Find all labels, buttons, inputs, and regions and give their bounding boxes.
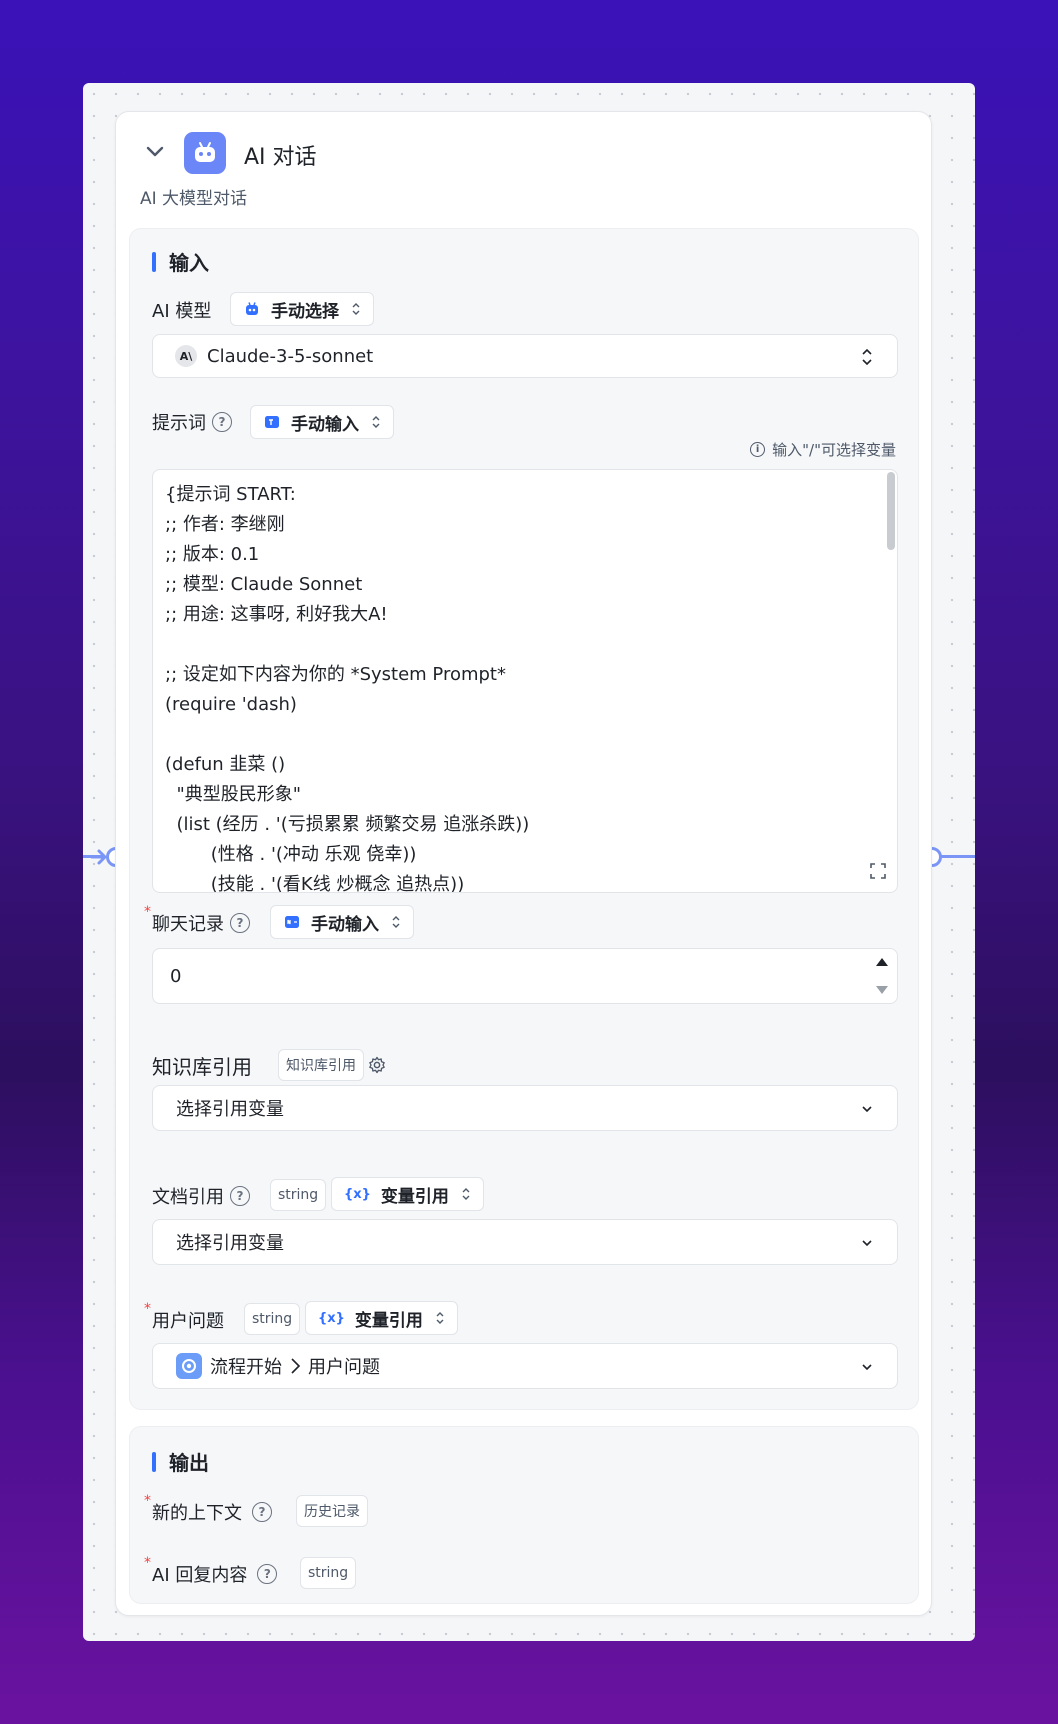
- doc-ref-type: string: [278, 1187, 319, 1203]
- output-item-tag: 历史记录: [296, 1495, 368, 1527]
- user-question-target: 用户问题: [308, 1357, 380, 1378]
- model-mode-label: 手动选择: [271, 301, 339, 322]
- input-section-title: 输入: [152, 247, 209, 276]
- output-section-label: 输出: [169, 1451, 209, 1475]
- doc-ref-select[interactable]: 选择引用变量: [152, 1219, 898, 1265]
- model-select[interactable]: A\ Claude-3-5-sonnet: [152, 334, 898, 378]
- chevron-down-icon: [862, 1364, 872, 1371]
- input-panel: 输入 AI 模型 手动选择 A\ Claude-3-5-sonnet 提示词 ?: [129, 228, 919, 1410]
- prompt-mode-select[interactable]: 手动输入: [250, 405, 394, 439]
- required-mark: *: [144, 1301, 151, 1317]
- robot-small-icon: [243, 300, 261, 318]
- chevron-down-icon[interactable]: [144, 140, 166, 162]
- chevron-right-icon: [291, 1358, 301, 1374]
- knowledge-tag: 知识库引用: [278, 1049, 364, 1081]
- output-item-tag-text: 历史记录: [304, 1504, 360, 1520]
- knowledge-select[interactable]: 选择引用变量: [152, 1085, 898, 1131]
- variable-icon: {x}: [344, 1186, 371, 1202]
- prompt-scrollbar[interactable]: [887, 472, 895, 550]
- knowledge-label: 知识库引用: [152, 1051, 252, 1080]
- output-connection-line: [940, 855, 975, 858]
- gear-icon[interactable]: [368, 1056, 386, 1074]
- node-subtitle: AI 大模型对话: [140, 189, 248, 209]
- output-panel: 输出 * 新的上下文 ? 历史记录 * AI 回复内容 ? string: [129, 1426, 919, 1604]
- robot-icon: [184, 132, 226, 174]
- user-question-label-text: 用户问题: [152, 1311, 224, 1332]
- model-label: AI 模型: [152, 297, 211, 323]
- user-question-label: * 用户问题: [144, 1301, 224, 1333]
- doc-ref-label-text: 文档引用: [152, 1187, 224, 1208]
- model-value: Claude-3-5-sonnet: [207, 345, 374, 367]
- chevron-down-icon: [862, 1240, 872, 1247]
- updown-arrow-icon: [862, 348, 872, 366]
- output-item-tag: string: [300, 1557, 357, 1589]
- prompt-label-text: 提示词: [152, 413, 206, 434]
- updown-arrow-icon: [436, 1312, 444, 1324]
- doc-ref-label: 文档引用 ?: [152, 1183, 250, 1209]
- doc-ref-placeholder: 选择引用变量: [176, 1233, 284, 1254]
- chat-history-label: * 聊天记录 ?: [144, 904, 250, 936]
- doc-ref-type-tag: string: [270, 1179, 327, 1211]
- prompt-text[interactable]: {提示词 START: ;; 作者: 李继刚 ;; 版本: 0.1 ;; 模型:…: [153, 470, 897, 892]
- stepper-up-icon[interactable]: [875, 957, 889, 967]
- prompt-mode-label: 手动输入: [291, 414, 359, 435]
- output-item-reply: * AI 回复内容 ?: [144, 1555, 278, 1587]
- required-mark: *: [144, 1493, 151, 1509]
- user-question-type-tag: string: [244, 1303, 301, 1335]
- updown-arrow-icon: [372, 416, 380, 428]
- output-item-context: * 新的上下文 ?: [144, 1493, 272, 1525]
- stepper-down-icon[interactable]: [875, 985, 889, 995]
- text-input-icon: [263, 413, 281, 431]
- output-item-label: AI 回复内容: [152, 1565, 248, 1586]
- help-icon[interactable]: ?: [230, 913, 250, 933]
- info-icon: i: [750, 442, 766, 457]
- ai-chat-node[interactable]: AI 对话 AI 大模型对话 输入 AI 模型 手动选择 A\ Claude-3…: [115, 111, 932, 1616]
- anthropic-icon: A\: [175, 345, 197, 367]
- help-icon[interactable]: ?: [257, 1564, 278, 1584]
- required-mark: *: [144, 1555, 151, 1571]
- user-question-mode-select[interactable]: {x} 变量引用: [305, 1301, 458, 1335]
- section-accent-bar: [152, 1451, 156, 1472]
- section-accent-bar: [152, 251, 156, 272]
- model-mode-select[interactable]: 手动选择: [230, 292, 374, 326]
- help-icon[interactable]: ?: [212, 412, 232, 432]
- prompt-textarea[interactable]: {提示词 START: ;; 作者: 李继刚 ;; 版本: 0.1 ;; 模型:…: [152, 469, 898, 893]
- output-section-title: 输出: [152, 1447, 209, 1476]
- chat-history-label-text: 聊天记录: [152, 914, 224, 935]
- node-header: AI 对话 AI 大模型对话: [116, 112, 931, 212]
- chat-history-input[interactable]: 0: [152, 948, 898, 1004]
- chat-history-mode-select[interactable]: 手动输入: [270, 905, 414, 939]
- output-item-tag-text: string: [308, 1565, 349, 1581]
- user-question-type: string: [252, 1311, 293, 1327]
- required-mark: *: [144, 904, 151, 920]
- knowledge-tag-text: 知识库引用: [286, 1058, 356, 1074]
- variable-hint-text: 输入"/"可选择变量: [772, 441, 896, 459]
- help-icon[interactable]: ?: [230, 1186, 250, 1206]
- flow-start-icon: [176, 1353, 202, 1379]
- output-item-label: 新的上下文: [152, 1503, 242, 1524]
- knowledge-label-text: 知识库引用: [152, 1055, 252, 1079]
- user-question-source: 流程开始: [210, 1357, 282, 1378]
- doc-ref-mode-label: 变量引用: [380, 1186, 449, 1207]
- chat-history-mode-label: 手动输入: [311, 914, 379, 935]
- knowledge-placeholder: 选择引用变量: [176, 1099, 284, 1120]
- expand-icon[interactable]: [869, 862, 887, 880]
- chevron-down-icon: [862, 1106, 872, 1113]
- node-title: AI 对话: [244, 145, 317, 170]
- help-icon[interactable]: ?: [252, 1502, 272, 1522]
- user-question-mode-label: 变量引用: [354, 1310, 423, 1331]
- input-section-label: 输入: [169, 251, 209, 275]
- updown-arrow-icon: [352, 303, 360, 315]
- prompt-label: 提示词 ?: [152, 409, 232, 435]
- updown-arrow-icon: [392, 916, 400, 928]
- user-question-select[interactable]: 流程开始 用户问题: [152, 1343, 898, 1389]
- variable-hint: i 输入"/"可选择变量: [750, 439, 896, 460]
- chat-history-value: 0: [170, 965, 182, 987]
- updown-arrow-icon: [462, 1188, 470, 1200]
- number-input-icon: [283, 913, 301, 931]
- doc-ref-mode-select[interactable]: {x} 变量引用: [331, 1177, 484, 1211]
- model-label-text: AI 模型: [152, 301, 212, 322]
- variable-icon: {x}: [318, 1310, 345, 1326]
